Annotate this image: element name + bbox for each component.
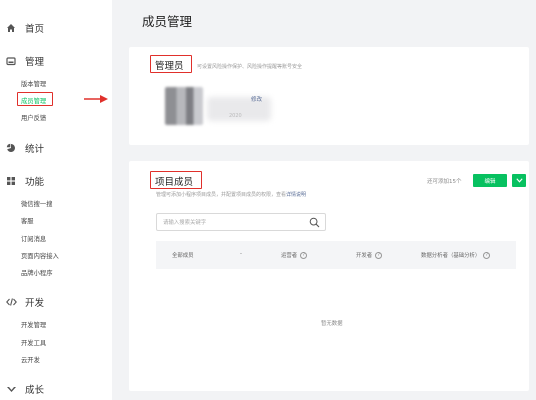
chevron-down-icon <box>515 178 523 183</box>
sidebar-section-dev[interactable]: 开发 <box>5 295 44 309</box>
admin-modify-link[interactable]: 修改 <box>251 95 262 103</box>
help-icon[interactable]: ? <box>300 251 308 259</box>
annotation-box-members <box>17 92 53 106</box>
sidebar-section-label: 功能 <box>25 177 45 188</box>
project-card-desc-text: 管理可添加小程序项目成员，并配置项目成员的权限，查看 <box>156 192 287 198</box>
sidebar-item-version[interactable]: 版本管理 <box>21 79 46 88</box>
sidebar-section-label: 成长 <box>25 385 45 396</box>
search-placeholder: 请输入搜索关键字 <box>163 220 207 226</box>
column-developer: 开发者? <box>356 251 383 259</box>
growth-icon <box>5 383 17 395</box>
sidebar-section-label: 首页 <box>25 24 45 35</box>
more-dropdown-button[interactable] <box>512 174 526 187</box>
sidebar-section-label: 统计 <box>25 144 45 155</box>
home-icon <box>5 22 17 34</box>
sidebar-section-growth[interactable]: 成长 <box>5 382 44 396</box>
annotation-arrow-icon <box>84 95 108 103</box>
sidebar-item-subscribe[interactable]: 订阅消息 <box>21 234 46 243</box>
admin-avatar-caption: 2020 <box>229 113 242 119</box>
edit-button[interactable]: 编辑 <box>473 174 507 187</box>
admin-card-desc: 可设置风险操作保护、风险操作提醒等账号安全 <box>197 64 303 70</box>
search-icon[interactable] <box>309 217 320 228</box>
sidebar-item-dev-tools[interactable]: 开发工具 <box>21 338 46 347</box>
column-analyst: 数据分析者（基础分析）? <box>421 251 491 259</box>
sidebar-section-home[interactable]: 首页 <box>5 21 44 35</box>
column-separator: - <box>240 251 242 257</box>
annotation-box-admin <box>150 55 192 73</box>
sidebar-item-search[interactable]: 微信搜一搜 <box>21 199 52 208</box>
help-icon[interactable]: ? <box>483 251 491 259</box>
pie-chart-icon <box>5 142 17 154</box>
column-operator: 运营者? <box>281 251 308 259</box>
members-table-header: 全部成员 - 运营者? 开发者? 数据分析者（基础分析）? <box>156 241 516 269</box>
sidebar-item-dev-manage[interactable]: 开发管理 <box>21 320 46 329</box>
quota-text: 还可添加15个 <box>427 179 462 185</box>
member-search-input[interactable]: 请输入搜索关键字 <box>156 213 326 231</box>
main-content: 成员管理 管理员 可设置风险操作保护、风险操作提醒等账号安全 2020 修改 项… <box>112 0 536 400</box>
project-members-card: 项目成员 管理可添加小程序项目成员，并配置项目成员的权限，查看详情说明 还可添加… <box>129 161 529 391</box>
manage-icon <box>5 55 17 67</box>
help-icon[interactable]: ? <box>375 251 383 259</box>
sidebar-section-stats[interactable]: 统计 <box>5 141 44 155</box>
sidebar-item-service[interactable]: 客服 <box>21 216 34 225</box>
column-all-members[interactable]: 全部成员 <box>172 251 194 259</box>
sidebar-section-label: 管理 <box>25 57 45 68</box>
sidebar-item-feedback[interactable]: 用户反馈 <box>21 113 46 122</box>
admin-avatar <box>165 87 203 125</box>
project-card-desc: 管理可添加小程序项目成员，并配置项目成员的权限，查看详情说明 <box>156 191 306 198</box>
annotation-box-project <box>150 171 202 189</box>
sidebar-item-content[interactable]: 页面内容接入 <box>21 251 59 260</box>
details-link[interactable]: 详情说明 <box>286 192 306 198</box>
sidebar-item-cloud[interactable]: 云开发 <box>21 355 40 364</box>
sidebar: 首页 管理 版本管理 成员管理 用户反馈 统计 功能 微信搜一搜 客服 订阅消息… <box>0 0 112 400</box>
empty-state-text: 暂无数据 <box>321 321 343 327</box>
grid-icon <box>5 175 17 187</box>
page-title: 成员管理 <box>142 14 193 29</box>
sidebar-section-features[interactable]: 功能 <box>5 174 44 188</box>
sidebar-item-brand[interactable]: 品牌小程序 <box>21 268 52 277</box>
admin-card: 管理员 可设置风险操作保护、风险操作提醒等账号安全 2020 修改 <box>129 47 529 145</box>
sidebar-section-manage[interactable]: 管理 <box>5 54 44 68</box>
code-icon <box>5 296 17 308</box>
sidebar-section-label: 开发 <box>25 298 45 309</box>
